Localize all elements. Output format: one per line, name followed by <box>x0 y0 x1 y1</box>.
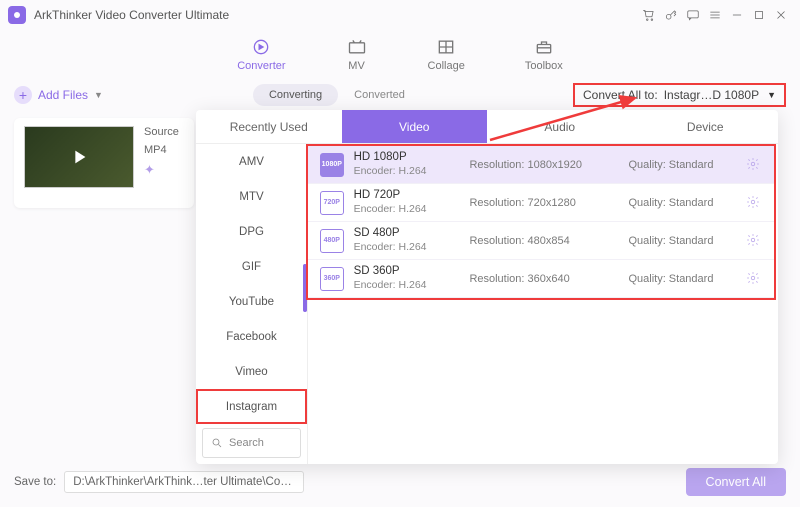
gear-icon[interactable] <box>746 157 762 173</box>
convert-status-segment: Converting Converted <box>253 84 421 106</box>
sidebar-item-amv[interactable]: AMV <box>196 144 307 179</box>
app-title: ArkThinker Video Converter Ultimate <box>34 8 229 22</box>
format-popup: Recently Used Video Audio Device AMVMTVD… <box>196 110 778 464</box>
source-label: Source <box>144 126 179 138</box>
format-panel: 1080PHD 1080PEncoder: H.264Resolution: 1… <box>308 144 778 464</box>
save-path-field[interactable]: D:\ArkThinker\ArkThink…ter Ultimate\Conv… <box>64 471 304 493</box>
format-badge-icon: 360P <box>320 267 344 291</box>
format-row[interactable]: 1080PHD 1080PEncoder: H.264Resolution: 1… <box>308 146 774 184</box>
save-to-label: Save to: <box>14 476 56 488</box>
app-logo <box>8 6 26 24</box>
format-badge-icon: 1080P <box>320 153 344 177</box>
search-icon <box>211 437 223 449</box>
seg-converted[interactable]: Converted <box>338 84 421 106</box>
convert-all-button[interactable]: Convert All <box>686 468 786 496</box>
cart-icon[interactable] <box>638 4 660 26</box>
format-row[interactable]: 360PSD 360PEncoder: H.264Resolution: 360… <box>308 260 774 298</box>
format-badge-icon: 480P <box>320 229 344 253</box>
seg-converting[interactable]: Converting <box>253 84 338 106</box>
convert-all-dropdown[interactable]: Convert All to: Instagr…D 1080P ▼ <box>573 83 786 107</box>
format-search[interactable]: Search <box>202 428 301 458</box>
menu-icon[interactable] <box>704 4 726 26</box>
mv-icon <box>346 36 368 58</box>
main-tabs: Converter MV Collage Toolbox <box>0 30 800 78</box>
video-thumbnail[interactable] <box>24 126 134 188</box>
sidebar-item-facebook[interactable]: Facebook <box>196 319 307 354</box>
chevron-down-icon: ▼ <box>94 90 103 100</box>
popup-tab-device[interactable]: Device <box>633 110 779 143</box>
tab-converter[interactable]: Converter <box>237 36 285 72</box>
file-card[interactable]: Source MP4 ✦ <box>14 118 194 208</box>
gear-icon[interactable] <box>746 233 762 249</box>
magic-wand-icon[interactable]: ✦ <box>144 162 179 178</box>
feedback-icon[interactable] <box>682 4 704 26</box>
toolbox-icon <box>533 36 555 58</box>
format-row[interactable]: 720PHD 720PEncoder: H.264Resolution: 720… <box>308 184 774 222</box>
close-icon[interactable] <box>770 4 792 26</box>
gear-icon[interactable] <box>746 271 762 287</box>
collage-icon <box>435 36 457 58</box>
chevron-down-icon: ▼ <box>767 90 776 100</box>
tab-collage[interactable]: Collage <box>428 36 465 72</box>
minimize-icon[interactable] <box>726 4 748 26</box>
file-format: MP4 <box>144 144 179 156</box>
sidebar-item-dpg[interactable]: DPG <box>196 214 307 249</box>
key-icon[interactable] <box>660 4 682 26</box>
tab-toolbox[interactable]: Toolbox <box>525 36 563 72</box>
sidebar-item-instagram[interactable]: Instagram <box>196 389 307 424</box>
popup-tab-video[interactable]: Video <box>342 110 488 143</box>
sidebar-item-mtv[interactable]: MTV <box>196 179 307 214</box>
format-row[interactable]: 480PSD 480PEncoder: H.264Resolution: 480… <box>308 222 774 260</box>
plus-icon: + <box>14 86 32 104</box>
add-files-button[interactable]: + Add Files ▼ <box>14 86 103 104</box>
toolbar: + Add Files ▼ Converting Converted Conve… <box>14 78 786 112</box>
tab-mv[interactable]: MV <box>346 36 368 72</box>
maximize-icon[interactable] <box>748 4 770 26</box>
popup-tab-audio[interactable]: Audio <box>487 110 633 143</box>
sidebar-item-vimeo[interactable]: Vimeo <box>196 354 307 389</box>
converter-icon <box>250 36 272 58</box>
bottom-bar: Save to: D:\ArkThinker\ArkThink…ter Ulti… <box>14 467 786 497</box>
sidebar-item-gif[interactable]: GIF <box>196 249 307 284</box>
gear-icon[interactable] <box>746 195 762 211</box>
titlebar: ArkThinker Video Converter Ultimate <box>0 0 800 30</box>
sidebar-item-youtube[interactable]: YouTube <box>196 284 307 319</box>
format-sidebar: AMVMTVDPGGIFYouTubeFacebookVimeoInstagra… <box>196 144 308 464</box>
popup-tab-recent[interactable]: Recently Used <box>196 110 342 143</box>
popup-tabs: Recently Used Video Audio Device <box>196 110 778 144</box>
format-badge-icon: 720P <box>320 191 344 215</box>
